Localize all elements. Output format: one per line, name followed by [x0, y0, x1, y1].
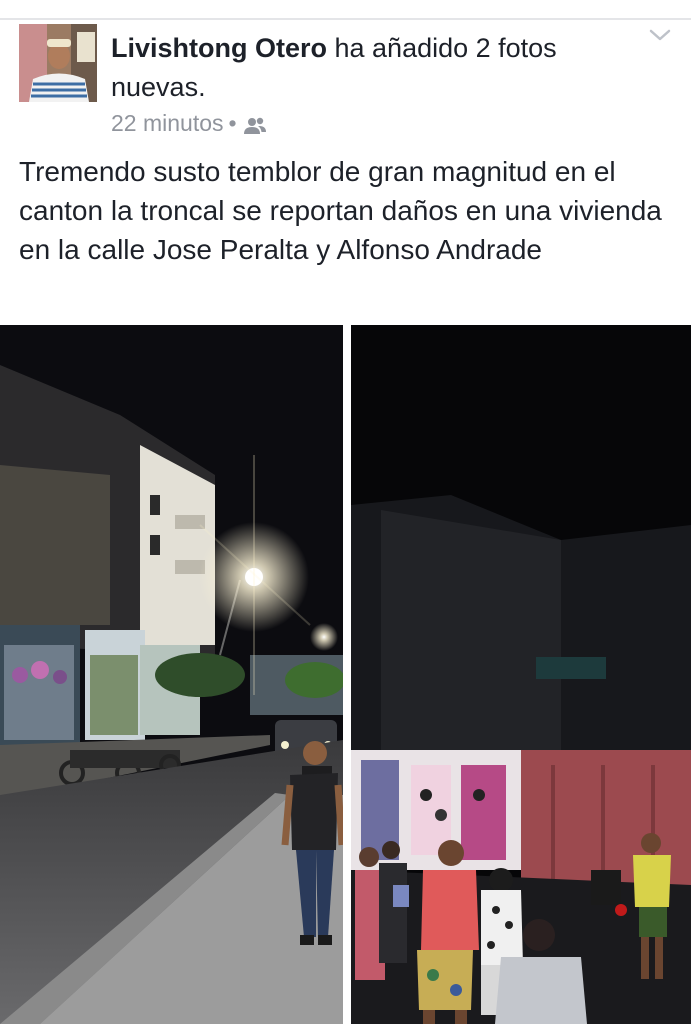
- author-name[interactable]: Livishtong Otero: [111, 33, 327, 63]
- photo-crowd-building[interactable]: [351, 325, 691, 1024]
- timestamp[interactable]: 22 minutos: [111, 108, 224, 138]
- chevron-down-icon[interactable]: [648, 26, 672, 44]
- avatar[interactable]: [19, 24, 97, 102]
- post-header: Livishtong Otero ha añadido 2 fotos nuev…: [111, 29, 631, 107]
- post-meta: 22 minutos •: [111, 108, 267, 138]
- photo-street-night[interactable]: [0, 325, 343, 1024]
- photo-grid: [0, 325, 691, 1024]
- friends-icon[interactable]: [243, 113, 267, 134]
- post-text: Tremendo susto temblor de gran magnitud …: [19, 156, 662, 265]
- meta-separator: •: [228, 110, 237, 136]
- top-divider: [0, 18, 691, 20]
